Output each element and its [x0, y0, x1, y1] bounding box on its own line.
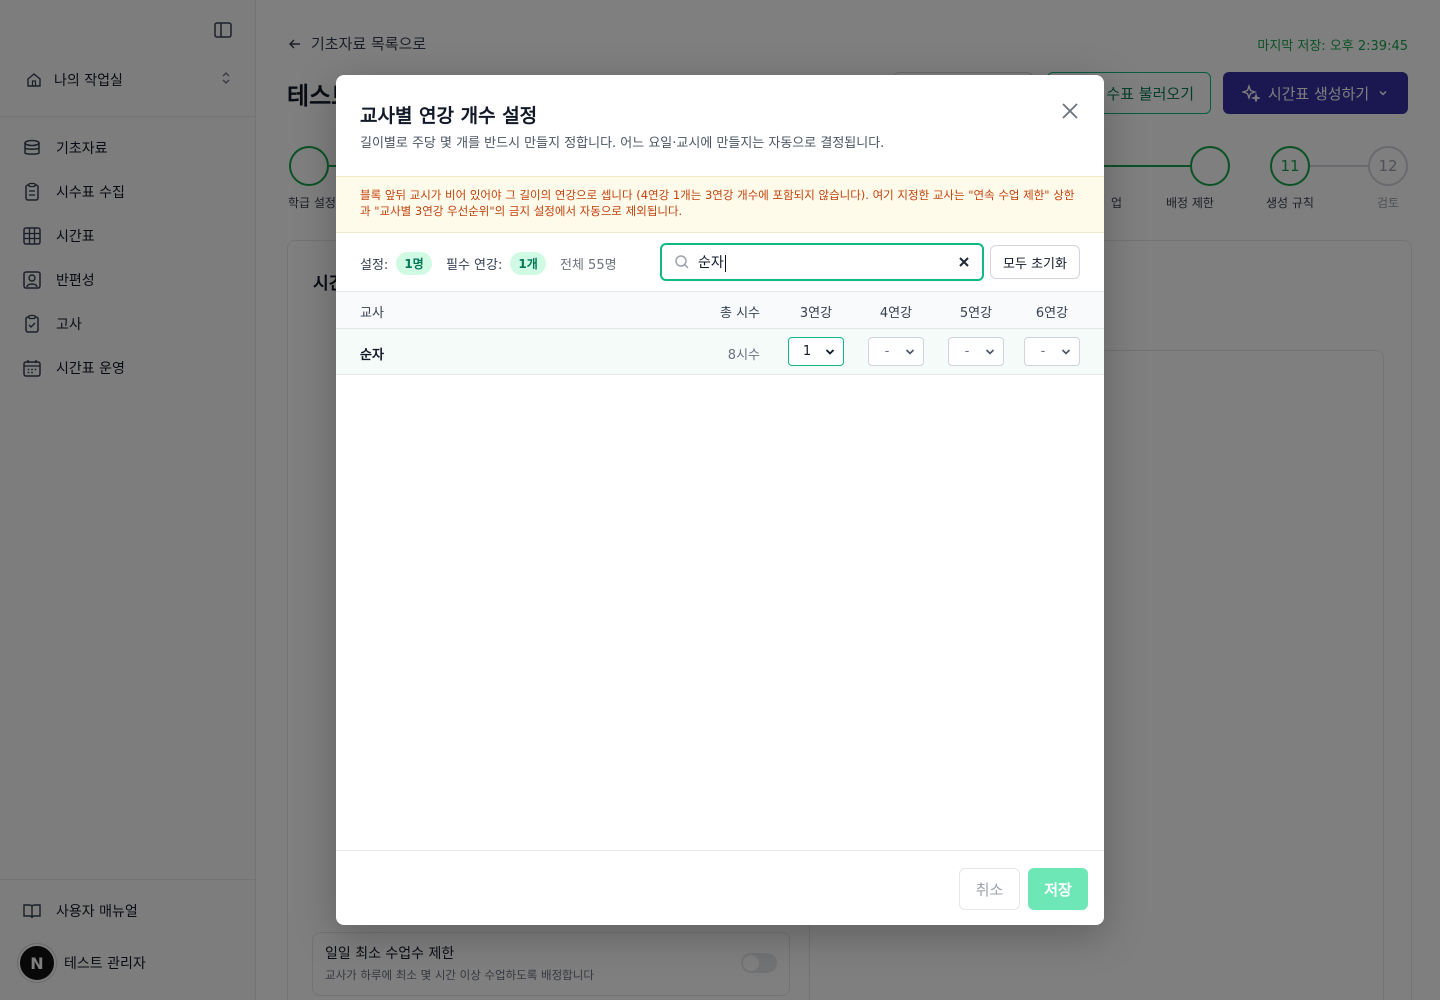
teacher-name: 순자: [360, 348, 384, 363]
teacher-search-input[interactable]: 순자: [660, 243, 984, 281]
required-count-badge: 1개: [510, 252, 546, 275]
table-header: 교사 총 시수 3연강 4연강 5연강 6연강: [336, 292, 1104, 329]
modal-toolbar: 설정: 1명 필수 연강: 1개 전체 55명 순자 모두 초기화: [336, 233, 1104, 292]
column-header-5-block: 5연강: [959, 306, 993, 321]
chevron-down-icon: [985, 348, 995, 355]
search-icon: [675, 255, 689, 269]
modal-footer: 취소 저장: [336, 850, 1104, 925]
block-3-select[interactable]: 1: [788, 337, 844, 366]
table-row: 순자 8시수 1 - - -: [336, 329, 1104, 375]
teacher-total-hours: 8시수: [727, 348, 760, 363]
total-teachers: 전체 55명: [560, 258, 617, 273]
column-header-6-block: 6연강: [1035, 306, 1069, 321]
column-header-teacher: 교사: [360, 306, 384, 321]
set-count-badge: 1명: [396, 252, 432, 275]
save-button[interactable]: 저장: [1028, 868, 1088, 910]
chevron-down-icon: [825, 348, 835, 355]
search-value: 순자: [698, 254, 726, 272]
chevron-down-icon: [1061, 348, 1071, 355]
block-5-select[interactable]: -: [948, 337, 1004, 366]
set-count-label: 설정:: [360, 258, 389, 273]
chevron-down-icon: [905, 348, 915, 355]
close-icon[interactable]: [1060, 101, 1080, 121]
cancel-button[interactable]: 취소: [959, 868, 1020, 910]
warning-banner: 블록 앞뒤 교시가 비어 있어야 그 길이의 연강으로 셉니다 (4연강 1개는…: [336, 176, 1104, 233]
block-6-select[interactable]: -: [1024, 337, 1080, 366]
column-header-4-block: 4연강: [879, 306, 913, 321]
clear-search-icon[interactable]: [958, 256, 970, 268]
column-header-3-block: 3연강: [799, 306, 833, 321]
modal-subtitle: 길이별로 주당 몇 개를 반드시 만들지 정합니다. 어느 요일·교시에 만들지…: [360, 136, 885, 151]
block-4-select[interactable]: -: [868, 337, 924, 366]
reset-all-button[interactable]: 모두 초기화: [990, 245, 1080, 279]
modal-title: 교사별 연강 개수 설정: [360, 105, 538, 127]
column-header-total-hours: 총 시수: [719, 306, 760, 321]
required-count: 필수 연강: 1개: [446, 252, 546, 275]
required-count-label: 필수 연강:: [446, 258, 503, 273]
consecutive-blocks-modal: 교사별 연강 개수 설정 길이별로 주당 몇 개를 반드시 만들지 정합니다. …: [336, 75, 1104, 925]
set-count: 설정: 1명: [360, 252, 432, 275]
